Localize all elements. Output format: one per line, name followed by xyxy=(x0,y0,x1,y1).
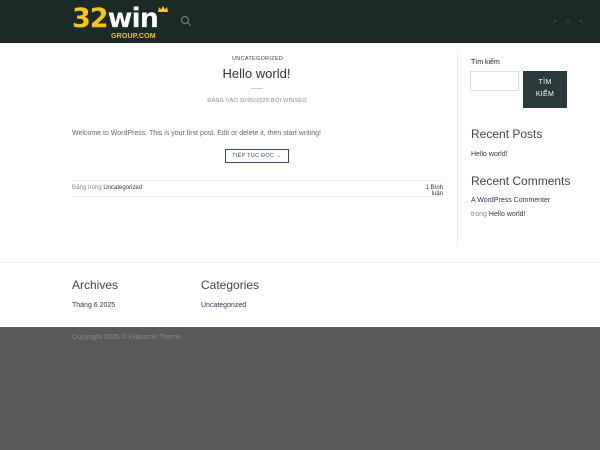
site-logo[interactable]: 32win GROUP.COM xyxy=(72,4,172,40)
post-title[interactable]: Hello world! xyxy=(200,66,313,81)
logo-wordmark: 32win xyxy=(72,3,159,34)
categories-link[interactable]: Uncategorized xyxy=(201,302,246,309)
copyright-prefix: Copyright 2025 © xyxy=(72,334,127,341)
post-footer-divider-bottom xyxy=(72,196,442,197)
comment-on: trong Hello world! xyxy=(471,211,526,218)
read-more-button[interactable]: TIẾP TỤC ĐỌC → xyxy=(225,149,289,163)
recent-posts-title: Recent Posts xyxy=(471,127,543,141)
posted-in: Đăng trong Uncategorized xyxy=(72,185,142,191)
search-label: Tìm kiếm xyxy=(471,59,500,66)
crown-icon xyxy=(158,6,168,12)
theme-link[interactable]: Flatsome Theme xyxy=(129,334,181,341)
posted-in-category-link[interactable]: Uncategorized xyxy=(103,185,142,191)
menu-dots-icon[interactable] xyxy=(553,19,583,23)
posted-in-prefix: Đăng trong xyxy=(72,185,102,191)
search-button-line2: KIẾM xyxy=(535,91,555,98)
search-input[interactable] xyxy=(470,71,519,91)
sidebar-divider xyxy=(457,52,458,246)
logo-word: win xyxy=(107,3,159,34)
comment-author-link[interactable]: A WordPress Commenter xyxy=(471,197,550,204)
post-meta: ĐĂNG VÀO 30/06/2025 BỞI WINSEO xyxy=(207,98,307,104)
archives-title: Archives xyxy=(72,278,119,292)
recent-post-link[interactable]: Hello world! xyxy=(471,151,508,158)
title-divider xyxy=(251,88,263,89)
recent-comments-title: Recent Comments xyxy=(471,174,571,188)
comment-on-prefix: trong xyxy=(471,211,487,218)
search-button[interactable]: TÌM KIẾM xyxy=(523,71,567,108)
post-category[interactable]: UNCATEGORIZED xyxy=(232,56,283,62)
copyright: Copyright 2025 © Flatsome Theme xyxy=(72,334,181,341)
logo-sub: GROUP.COM xyxy=(111,33,156,40)
logo-number: 32 xyxy=(72,3,109,34)
post-excerpt: Welcome to WordPress. This is your first… xyxy=(72,130,321,137)
comment-post-link[interactable]: Hello world! xyxy=(489,211,526,218)
categories-title: Categories xyxy=(201,278,260,292)
archives-link[interactable]: Tháng 6 2025 xyxy=(72,302,115,309)
search-button-line1: TÌM xyxy=(538,79,552,86)
site-header: 32win GROUP.COM xyxy=(0,0,600,43)
post-footer-divider xyxy=(72,180,442,181)
footer-widgets xyxy=(0,262,600,327)
search-icon[interactable] xyxy=(180,15,192,27)
